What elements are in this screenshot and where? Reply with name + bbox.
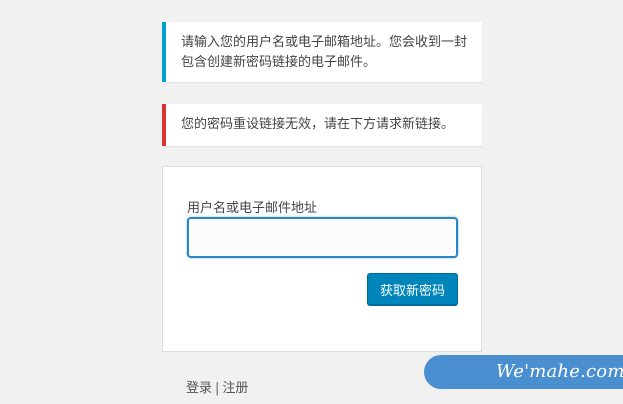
info-notice-text: 请输入您的用户名或电子邮箱地址。您会收到一封包含创建新密码链接的电子邮件。 — [181, 35, 468, 70]
error-notice-text: 您的密码重设链接无效，请在下方请求新链接。 — [181, 117, 455, 132]
info-notice: 请输入您的用户名或电子邮箱地址。您会收到一封包含创建新密码链接的电子邮件。 — [162, 22, 482, 82]
watermark-badge: We'mahe.com — [424, 355, 623, 389]
error-notice: 您的密码重设链接无效，请在下方请求新链接。 — [162, 104, 482, 146]
login-nav: 登录 | 注册 — [186, 377, 248, 396]
login-link[interactable]: 登录 — [186, 381, 212, 396]
nav-separator: | — [215, 381, 220, 396]
register-link[interactable]: 注册 — [222, 381, 248, 396]
get-new-password-button[interactable]: 获取新密码 — [367, 273, 458, 305]
username-email-label: 用户名或电子邮件地址 — [187, 201, 318, 216]
lost-password-form: 用户名或电子邮件地址 获取新密码 — [162, 166, 482, 352]
watermark-text: We'mahe.com — [496, 361, 623, 382]
username-email-input[interactable] — [187, 217, 458, 258]
